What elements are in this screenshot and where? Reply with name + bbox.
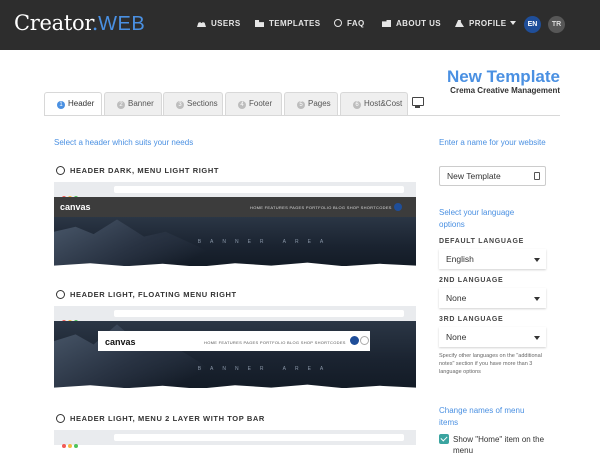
nav-templates[interactable]: TEMPLATES xyxy=(255,19,320,28)
nav-users[interactable]: USERS xyxy=(197,19,241,28)
page-subtitle: Crema Creative Management xyxy=(450,86,560,95)
browser-bar xyxy=(54,182,416,200)
option-header-light-2layer[interactable]: HEADER LIGHT, MENU 2 LAYER WITH TOP BAR xyxy=(56,414,265,423)
tab-header[interactable]: 1 Header xyxy=(44,92,102,116)
browser-bar xyxy=(54,306,416,324)
preview-header-light-floating[interactable]: BANNER AREA canvas HOME FEATURES PAGES P… xyxy=(54,306,416,388)
preview-header-dark[interactable]: canvas HOME FEATURES PAGES PORTFOLIO BLO… xyxy=(54,182,416,266)
preview-menu: HOME FEATURES PAGES PORTFOLIO BLOG SHOP … xyxy=(250,205,392,210)
default-language-label: DEFAULT LANGUAGE xyxy=(439,238,524,245)
chevron-down-icon xyxy=(510,21,517,25)
tab-pages[interactable]: 5 Pages xyxy=(284,92,338,115)
menu-names-label: Change names of menu items xyxy=(439,406,525,427)
top-navbar: Creator.WEB USERS TEMPLATES FAQ ABOUT US… xyxy=(0,0,600,50)
preview-logo: canvas xyxy=(60,202,91,212)
user-icon xyxy=(455,20,464,27)
language-note: Specify other languages on the "addition… xyxy=(439,353,542,375)
tab-host-cost[interactable]: 6 Host&Cost xyxy=(340,92,408,115)
app-logo[interactable]: Creator.WEB xyxy=(14,11,145,36)
option-header-light-floating[interactable]: HEADER LIGHT, FLOATING MENU RIGHT xyxy=(56,290,237,299)
header-hint: Select a header which suits your needs xyxy=(54,138,194,147)
clipboard-icon xyxy=(534,172,540,180)
page-title: New Template xyxy=(446,67,560,86)
lang-en-button[interactable]: EN xyxy=(524,16,541,33)
radio-button[interactable] xyxy=(56,414,65,423)
dropdown-arrow-icon xyxy=(534,297,540,301)
preview-logo: canvas xyxy=(105,337,136,347)
dropdown-arrow-icon xyxy=(534,258,540,262)
floating-menu: canvas HOME FEATURES PAGES PORTFOLIO BLO… xyxy=(98,331,370,351)
dropdown-arrow-icon xyxy=(534,336,540,340)
show-home-checkbox[interactable] xyxy=(439,434,449,444)
nav-about[interactable]: ABOUT US xyxy=(382,19,441,28)
language-label: Select your language options xyxy=(439,208,515,229)
second-language-select[interactable]: None xyxy=(439,288,546,308)
lang-tr-button[interactable]: TR xyxy=(548,16,565,33)
option-header-dark[interactable]: HEADER DARK, MENU LIGHT RIGHT xyxy=(56,166,219,175)
browser-bar xyxy=(54,430,416,448)
preview-banner-text: BANNER AREA xyxy=(197,238,333,245)
show-home-label: Show "Home" item on the menu xyxy=(453,435,545,455)
name-label: Enter a name for your website xyxy=(439,138,546,147)
radio-button[interactable] xyxy=(56,290,65,299)
folder-icon xyxy=(255,20,264,27)
default-language-select[interactable]: English xyxy=(439,249,546,269)
monitor-icon[interactable] xyxy=(412,97,424,108)
users-icon xyxy=(197,22,206,27)
question-icon xyxy=(334,19,342,27)
radio-button[interactable] xyxy=(56,166,65,175)
tab-divider xyxy=(44,115,560,116)
nav-profile[interactable]: PROFILE xyxy=(455,19,517,28)
preview-banner-text: BANNER AREA xyxy=(197,366,333,373)
third-language-label: 3RD LANGUAGE xyxy=(439,316,504,323)
website-name-input[interactable]: New Template xyxy=(439,166,546,186)
tab-sections[interactable]: 3 Sections xyxy=(163,92,223,115)
preview-header-light-2layer[interactable] xyxy=(54,430,416,450)
preview-menu: HOME FEATURES PAGES PORTFOLIO BLOG SHOP … xyxy=(204,340,346,345)
tab-banner[interactable]: 2 Banner xyxy=(104,92,162,115)
building-icon xyxy=(382,20,391,27)
tab-footer[interactable]: 4 Footer xyxy=(225,92,282,115)
third-language-select[interactable]: None xyxy=(439,327,546,347)
nav-faq[interactable]: FAQ xyxy=(334,19,365,28)
second-language-label: 2ND LANGUAGE xyxy=(439,277,504,284)
